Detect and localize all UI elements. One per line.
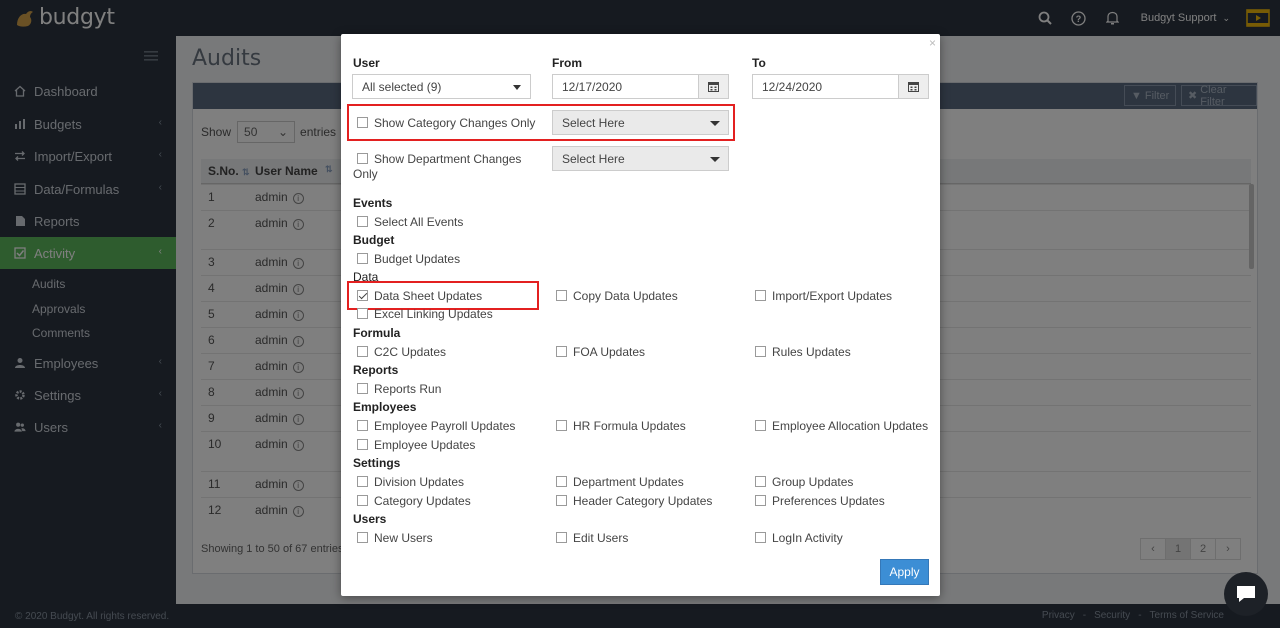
- header-category-updates-checkbox[interactable]: Header Category Updates: [556, 494, 712, 508]
- calendar-icon[interactable]: [898, 75, 928, 98]
- user-select-value: All selected (9): [362, 79, 442, 94]
- edit-users-checkbox[interactable]: Edit Users: [556, 531, 628, 545]
- checkbox[interactable]: [755, 495, 766, 506]
- department-select-value: Select Here: [562, 151, 625, 166]
- calendar-icon[interactable]: [698, 75, 728, 98]
- department-select[interactable]: Select Here: [552, 146, 729, 171]
- checkbox[interactable]: [556, 532, 567, 543]
- new-users-checkbox[interactable]: New Users: [357, 531, 433, 545]
- preferences-updates-checkbox[interactable]: Preferences Updates: [755, 494, 885, 508]
- caret-down-icon: [710, 121, 720, 126]
- budget-updates-checkbox[interactable]: Budget Updates: [357, 252, 460, 266]
- section-users: Users: [353, 512, 387, 526]
- category-select-value: Select Here: [562, 115, 625, 130]
- section-formula: Formula: [353, 326, 401, 340]
- audit-filter-modal: × User All selected (9) From 12/17/2020 …: [341, 34, 940, 596]
- checkbox[interactable]: [357, 420, 368, 431]
- login-activity-checkbox[interactable]: LogIn Activity: [755, 531, 843, 545]
- checkbox[interactable]: [357, 117, 368, 128]
- import-export-updates-checkbox[interactable]: Import/Export Updates: [755, 289, 892, 303]
- chat-icon: [1237, 586, 1255, 602]
- category-select[interactable]: Select Here: [552, 110, 729, 135]
- hr-formula-updates-checkbox[interactable]: HR Formula Updates: [556, 419, 686, 433]
- checkbox[interactable]: [357, 346, 368, 357]
- checkbox[interactable]: [556, 495, 567, 506]
- category-updates-checkbox[interactable]: Category Updates: [357, 494, 471, 508]
- checkbox[interactable]: [357, 308, 368, 319]
- checkbox[interactable]: [755, 476, 766, 487]
- to-label: To: [752, 56, 766, 70]
- employee-updates-checkbox[interactable]: Employee Updates: [357, 438, 475, 452]
- to-date-input[interactable]: 12/24/2020: [752, 74, 929, 99]
- select-all-events-checkbox[interactable]: Select All Events: [357, 215, 463, 229]
- division-updates-checkbox[interactable]: Division Updates: [357, 475, 464, 489]
- from-date-value: 12/17/2020: [562, 79, 623, 94]
- show-department-changes-checkbox[interactable]: Show Department Changes: [357, 152, 521, 166]
- checkbox[interactable]: [357, 476, 368, 487]
- checkbox[interactable]: [755, 290, 766, 301]
- checkbox[interactable]: [357, 439, 368, 450]
- show-department-changes-wrap: Only: [353, 167, 378, 181]
- close-icon[interactable]: ×: [929, 36, 936, 50]
- checkbox[interactable]: [357, 532, 368, 543]
- department-updates-checkbox[interactable]: Department Updates: [556, 475, 684, 489]
- checkbox[interactable]: [755, 346, 766, 357]
- c2c-updates-checkbox[interactable]: C2C Updates: [357, 345, 446, 359]
- section-reports: Reports: [353, 363, 399, 377]
- reports-run-checkbox[interactable]: Reports Run: [357, 382, 441, 396]
- checkbox[interactable]: [755, 420, 766, 431]
- caret-down-icon: [710, 157, 720, 162]
- checkbox[interactable]: [556, 476, 567, 487]
- user-label: User: [353, 56, 380, 70]
- section-events: Events: [353, 196, 393, 210]
- section-employees: Employees: [353, 400, 417, 414]
- checkbox[interactable]: [357, 253, 368, 264]
- copy-data-updates-checkbox[interactable]: Copy Data Updates: [556, 289, 678, 303]
- user-select[interactable]: All selected (9): [352, 74, 531, 99]
- checkbox[interactable]: [357, 216, 368, 227]
- section-budget: Budget: [353, 233, 395, 247]
- from-label: From: [552, 56, 582, 70]
- rules-updates-checkbox[interactable]: Rules Updates: [755, 345, 851, 359]
- employee-payroll-updates-checkbox[interactable]: Employee Payroll Updates: [357, 419, 515, 433]
- chat-button[interactable]: [1224, 572, 1268, 616]
- section-settings: Settings: [353, 456, 401, 470]
- from-date-input[interactable]: 12/17/2020: [552, 74, 729, 99]
- checkbox[interactable]: [357, 495, 368, 506]
- employee-allocation-updates-checkbox[interactable]: Employee Allocation Updates: [755, 419, 928, 433]
- foa-updates-checkbox[interactable]: FOA Updates: [556, 345, 645, 359]
- checkbox[interactable]: [556, 420, 567, 431]
- to-date-value: 12/24/2020: [762, 79, 823, 94]
- checkbox-checked[interactable]: [357, 290, 368, 301]
- excel-linking-updates-checkbox[interactable]: Excel Linking Updates: [357, 307, 493, 321]
- show-category-changes-checkbox[interactable]: Show Category Changes Only: [357, 116, 535, 130]
- group-updates-checkbox[interactable]: Group Updates: [755, 475, 853, 489]
- checkbox[interactable]: [755, 532, 766, 543]
- checkbox[interactable]: [556, 290, 567, 301]
- apply-button[interactable]: Apply: [880, 559, 929, 585]
- checkbox[interactable]: [556, 346, 567, 357]
- data-sheet-updates-checkbox[interactable]: Data Sheet Updates: [357, 289, 482, 303]
- checkbox[interactable]: [357, 153, 368, 164]
- caret-down-icon: [513, 85, 521, 90]
- checkbox[interactable]: [357, 383, 368, 394]
